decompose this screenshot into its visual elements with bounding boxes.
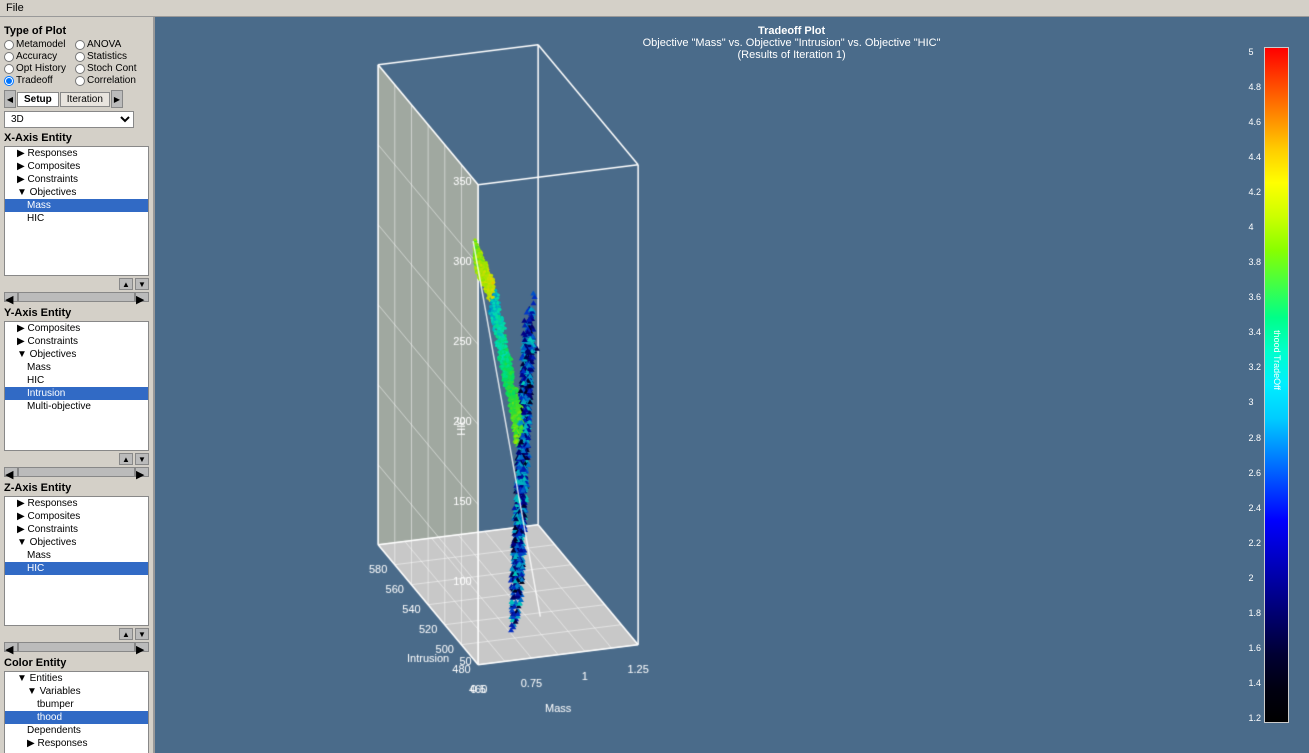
tree-item[interactable]: ▼ Objectives: [5, 536, 148, 549]
x-tree-scroll-up[interactable]: ▲: [119, 278, 133, 290]
chart-area[interactable]: Tradeoff Plot Objective "Mass" vs. Objec…: [155, 17, 1309, 753]
y-axis-tree[interactable]: ▶ Composites ▶ Constraints ▼ Objectives …: [4, 321, 149, 451]
radio-anova[interactable]: ANOVA: [75, 39, 145, 50]
plot-type-group: Metamodel ANOVA Accuracy Statistics Opt …: [4, 39, 149, 86]
colorbar-title: thood TradeOff: [1272, 330, 1282, 390]
tree-item[interactable]: ▼ Variables: [5, 685, 148, 698]
tab-iteration[interactable]: Iteration: [60, 92, 110, 107]
tab-prev-arrow[interactable]: ◀: [4, 90, 16, 108]
tree-item-multiobjective-y[interactable]: Multi-objective: [5, 400, 148, 413]
chart-title-line1: Tradeoff Plot: [643, 25, 941, 37]
y-hscroll[interactable]: ◀ ▶: [4, 466, 149, 478]
x-axis-entity-label: X-Axis Entity: [4, 132, 149, 144]
radio-tradeoff[interactable]: Tradeoff: [4, 75, 74, 86]
y-hscroll-right[interactable]: ▶: [135, 467, 149, 477]
z-tree-scroll-down[interactable]: ▼: [135, 628, 149, 640]
menubar[interactable]: File: [0, 0, 1309, 17]
tree-item[interactable]: ▶ Constraints: [5, 335, 148, 348]
tab-bar: ◀ Setup Iteration ▶: [4, 90, 149, 108]
y-tree-scroll-up[interactable]: ▲: [119, 453, 133, 465]
tab-setup[interactable]: Setup: [17, 92, 59, 107]
tree-item-mass-y[interactable]: Mass: [5, 361, 148, 374]
type-of-plot-label: Type of Plot: [4, 25, 149, 37]
colorbar-labels: 5 4.8 4.6 4.4 4.2 4 3.8 3.6 3.4 3.2 3 2.…: [1248, 47, 1261, 723]
radio-opt-history[interactable]: Opt History: [4, 63, 74, 74]
radio-correlation[interactable]: Correlation: [75, 75, 145, 86]
x-hscroll-track[interactable]: [18, 292, 135, 302]
tree-item-hic-z[interactable]: HIC: [5, 562, 148, 575]
y-hscroll-track[interactable]: [18, 467, 135, 477]
tree-item[interactable]: ▶ Composites: [5, 160, 148, 173]
color-entity-label: Color Entity: [4, 657, 149, 669]
tree-item[interactable]: ▼ Objectives: [5, 348, 148, 361]
radio-stoch-cont[interactable]: Stoch Cont: [75, 63, 145, 74]
tree-item-hic-x[interactable]: HIC: [5, 212, 148, 225]
chart-title: Tradeoff Plot Objective "Mass" vs. Objec…: [643, 25, 941, 61]
tree-item-responses-color[interactable]: ▶ Responses: [5, 737, 148, 750]
radio-metamodel[interactable]: Metamodel: [4, 39, 74, 50]
z-hscroll-left[interactable]: ◀: [4, 642, 18, 652]
tab-next-arrow[interactable]: ▶: [111, 90, 123, 108]
tree-item-mass-z[interactable]: Mass: [5, 549, 148, 562]
z-hscroll[interactable]: ◀ ▶: [4, 641, 149, 653]
tree-item-dependents[interactable]: Dependents: [5, 724, 148, 737]
chart-title-line2: Objective "Mass" vs. Objective "Intrusio…: [643, 37, 941, 49]
z-hscroll-right[interactable]: ▶: [135, 642, 149, 652]
z-axis-tree[interactable]: ▶ Responses ▶ Composites ▶ Constraints ▼…: [4, 496, 149, 626]
tree-item[interactable]: ▶ Constraints: [5, 173, 148, 186]
tree-item-intrusion-y[interactable]: Intrusion: [5, 387, 148, 400]
y-axis-entity-label: Y-Axis Entity: [4, 307, 149, 319]
tree-item[interactable]: ▶ Responses: [5, 497, 148, 510]
tree-item[interactable]: ▶ Composites: [5, 510, 148, 523]
y-hscroll-left[interactable]: ◀: [4, 467, 18, 477]
file-menu[interactable]: File: [6, 2, 24, 14]
z-tree-scroll-up[interactable]: ▲: [119, 628, 133, 640]
main-chart-canvas[interactable]: [155, 17, 1309, 753]
tree-item[interactable]: ▼ Objectives: [5, 186, 148, 199]
color-entity-tree[interactable]: ▼ Entities ▼ Variables tbumper thood Dep…: [4, 671, 149, 753]
tree-item[interactable]: ▶ Responses: [5, 147, 148, 160]
x-axis-tree[interactable]: ▶ Responses ▶ Composites ▶ Constraints ▼…: [4, 146, 149, 276]
x-tree-scroll-down[interactable]: ▼: [135, 278, 149, 290]
z-axis-entity-label: Z-Axis Entity: [4, 482, 149, 494]
x-hscroll[interactable]: ◀ ▶: [4, 291, 149, 303]
dimension-select[interactable]: 3D 2D: [4, 111, 134, 128]
x-hscroll-right[interactable]: ▶: [135, 292, 149, 302]
tree-item-tbumper[interactable]: tbumper: [5, 698, 148, 711]
tree-item[interactable]: ▼ Entities: [5, 672, 148, 685]
tree-item-mass-x[interactable]: Mass: [5, 199, 148, 212]
tree-item-thood[interactable]: thood: [5, 711, 148, 724]
chart-title-line3: (Results of Iteration 1): [643, 49, 941, 61]
z-hscroll-track[interactable]: [18, 642, 135, 652]
radio-statistics[interactable]: Statistics: [75, 51, 145, 62]
left-panel: Type of Plot Metamodel ANOVA Accuracy St…: [0, 17, 155, 753]
x-hscroll-left[interactable]: ◀: [4, 292, 18, 302]
radio-accuracy[interactable]: Accuracy: [4, 51, 74, 62]
tree-item[interactable]: ▶ Composites: [5, 322, 148, 335]
tree-item-hic-y[interactable]: HIC: [5, 374, 148, 387]
tree-item[interactable]: ▶ Constraints: [5, 523, 148, 536]
dimension-dropdown-container: 3D 2D: [4, 111, 149, 128]
y-tree-scroll-down[interactable]: ▼: [135, 453, 149, 465]
